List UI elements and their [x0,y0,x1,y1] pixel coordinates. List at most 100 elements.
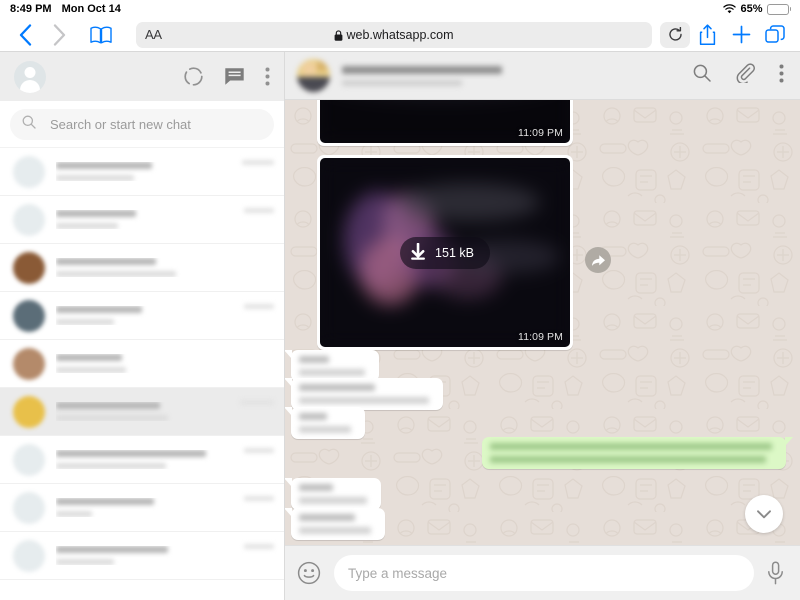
tabs-button[interactable] [758,18,792,52]
chat-avatar [13,348,45,380]
url-text: web.whatsapp.com [346,28,453,42]
chat-preview [56,354,274,373]
chat-timestamp-redacted [240,400,274,405]
contact-info [342,66,693,86]
wifi-icon [723,4,736,14]
search-icon [22,115,36,134]
media-thumbnail[interactable]: 151 kB 11:09 PM [320,158,570,347]
chat-name-redacted [56,546,168,553]
status-circle-icon[interactable] [183,66,204,87]
message-text-redacted [299,384,375,391]
chat-timestamp-redacted [242,160,274,165]
battery-icon [767,4,792,15]
media-message-bubble[interactable]: 11:09 PM [317,100,573,146]
bubble-tail [285,378,292,387]
profile-avatar[interactable] [14,61,46,93]
incoming-message-bubble[interactable] [291,508,385,540]
message-scroll-area[interactable]: 11:09 PM 151 kB 11:09 PM [285,100,800,545]
search-input[interactable]: Search or start new chat [10,109,274,140]
url-display: web.whatsapp.com [136,28,652,42]
message-text-redacted [299,369,365,376]
battery-percent-label: 65% [740,3,762,15]
bubble-tail [285,350,292,359]
incoming-message-bubble[interactable] [291,478,381,510]
scroll-to-bottom-button[interactable] [745,495,783,533]
chat-timestamp-redacted [244,496,274,501]
chat-message-preview-redacted [56,223,118,229]
contact-status-redacted [342,80,462,86]
chat-list-item[interactable] [0,484,284,532]
new-tab-button[interactable] [724,18,758,52]
outgoing-message-bubble[interactable] [482,437,786,469]
incoming-message-bubble[interactable] [291,378,443,410]
chat-avatar [13,396,45,428]
media-message-bubble[interactable]: 151 kB 11:09 PM [317,155,573,350]
chat-list-item[interactable] [0,196,284,244]
chat-name-redacted [56,162,152,169]
message-text-redacted [299,426,351,433]
paperclip-icon[interactable] [735,63,755,88]
contact-avatar[interactable] [297,59,330,92]
chat-list-item[interactable] [0,388,284,436]
message-timestamp: 11:09 PM [518,331,563,343]
message-text-redacted [299,356,329,363]
sidebar-header [0,52,284,101]
message-text-redacted [299,397,429,404]
forward-button[interactable] [42,18,76,52]
forward-message-button[interactable] [585,247,611,273]
message-input-placeholder: Type a message [348,566,447,581]
chat-message-preview-redacted [56,367,126,373]
share-button[interactable] [690,18,724,52]
overflow-menu-icon[interactable] [779,64,784,88]
search-placeholder: Search or start new chat [50,117,191,132]
status-bar-date: Mon Oct 14 [62,3,121,15]
bookmarks-button[interactable] [84,18,118,52]
address-bar[interactable]: AA web.whatsapp.com [136,22,652,48]
status-bar-right: 65% [723,3,800,15]
bubble-tail [285,508,292,517]
search-icon[interactable] [693,64,711,87]
conversation-header [285,52,800,100]
chat-preview [56,306,238,325]
download-media-button[interactable]: 151 kB [400,237,490,269]
overflow-menu-icon[interactable] [265,67,270,86]
message-text-redacted [299,497,367,504]
chat-list-item[interactable] [0,340,284,388]
download-arrow-icon [410,243,426,263]
chat-list-item[interactable] [0,148,284,196]
bubble-tail [285,407,292,416]
chat-name-redacted [56,258,156,265]
chat-name-redacted [56,498,154,505]
message-text-redacted [490,443,772,450]
chat-preview [56,402,234,421]
bubble-tail [785,437,793,446]
message-composer: Type a message [285,545,800,600]
chat-name-redacted [56,354,122,361]
message-list[interactable]: 11:09 PM 151 kB 11:09 PM [285,100,800,545]
chat-avatar [13,444,45,476]
chat-avatar [13,492,45,524]
chat-name-redacted [56,306,142,313]
incoming-message-bubble[interactable] [291,407,365,439]
chat-list-item[interactable] [0,244,284,292]
chat-list-item[interactable] [0,532,284,580]
emoji-icon[interactable] [297,561,321,585]
new-chat-icon[interactable] [224,67,245,87]
conversation-header-actions [693,63,784,88]
chat-preview [56,546,238,565]
microphone-icon[interactable] [767,561,784,585]
chat-list-item[interactable] [0,436,284,484]
search-bar-container: Search or start new chat [0,101,284,148]
chat-preview [56,498,238,517]
text-size-button[interactable]: AA [145,27,162,42]
chat-timestamp-redacted [244,304,274,309]
chat-list-item[interactable] [0,292,284,340]
chat-preview [56,450,238,469]
chat-list[interactable] [0,148,284,600]
chat-message-preview-redacted [56,415,168,421]
chat-avatar [13,156,45,188]
forward-arrow-icon [591,254,606,267]
message-input[interactable]: Type a message [334,555,754,591]
back-button[interactable] [8,18,42,52]
reload-button[interactable] [660,22,690,48]
